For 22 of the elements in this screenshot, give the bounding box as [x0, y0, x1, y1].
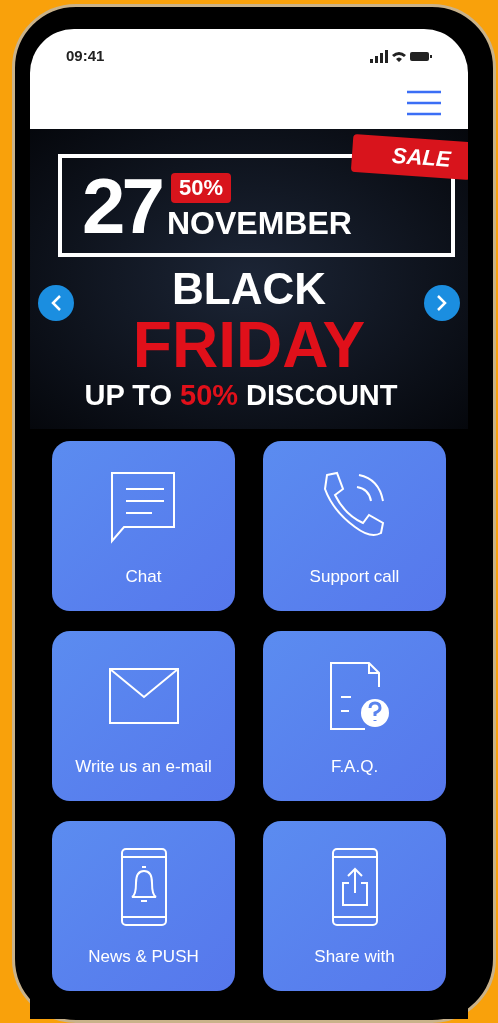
menu-tile[interactable]: News & PUSH [52, 821, 235, 991]
chevron-left-icon [50, 294, 62, 312]
menu-icon[interactable] [406, 89, 442, 116]
chevron-right-icon [436, 294, 448, 312]
status-time: 09:41 [66, 46, 105, 66]
date-number: 27 [82, 166, 161, 245]
offer-text: DISCOUNT [246, 381, 398, 410]
battery-icon [410, 51, 432, 61]
menu-tile[interactable]: F.A.Q. [263, 631, 446, 801]
sale-tag: SALE [351, 133, 468, 181]
offer-value: 50% [180, 381, 239, 410]
menu-tile[interactable]: Share with [263, 821, 446, 991]
menu-tile[interactable]: Write us an e-mail [52, 631, 235, 801]
menu-tile[interactable]: Chat [52, 441, 235, 611]
wifi-icon [392, 50, 406, 63]
offer-text: UP TO [84, 381, 173, 410]
menu-tile[interactable]: Support call [263, 441, 446, 611]
headline-main: FRIDAY [132, 313, 366, 377]
date-month: NOVEMBER [166, 206, 352, 239]
headline-top: BLACK [172, 267, 326, 311]
signal-icon [370, 49, 388, 63]
discount-tag: 50% [170, 172, 231, 203]
